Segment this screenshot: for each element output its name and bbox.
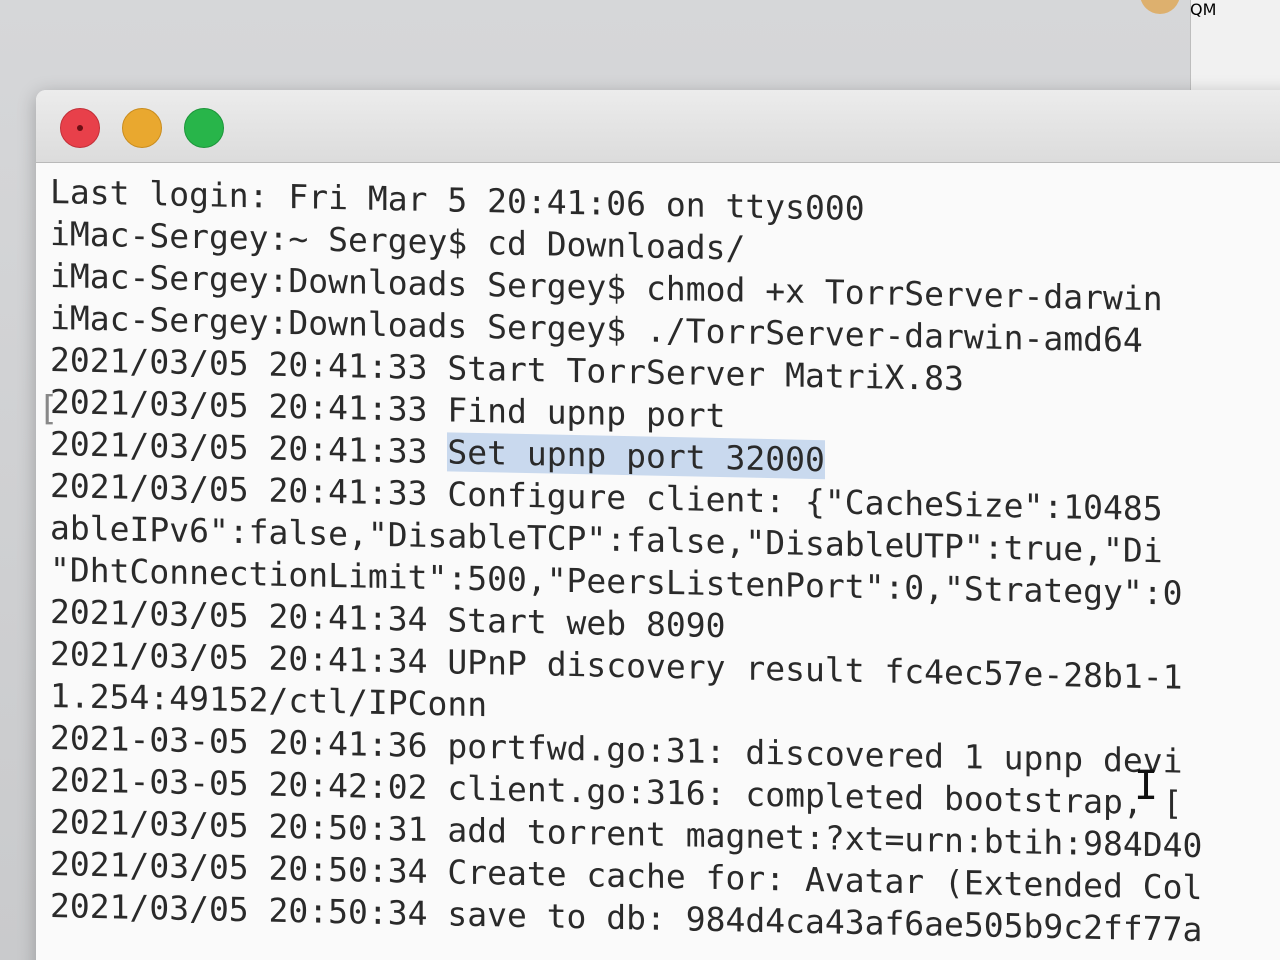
background-window-title: QM — [1190, 0, 1217, 19]
terminal-window[interactable]: [ Last login: Fri Mar 5 20:41:06 on ttys… — [36, 90, 1280, 960]
close-window-button[interactable] — [60, 108, 100, 148]
minimize-window-button[interactable] — [122, 108, 162, 148]
desktop: QM [ Last login: Fri Mar 5 20:41:06 on t… — [0, 0, 1280, 960]
ibeam-cursor-icon: I — [1134, 763, 1159, 809]
terminal-output[interactable]: [ Last login: Fri Mar 5 20:41:06 on ttys… — [36, 163, 1280, 960]
selected-text[interactable]: Set upnp port 32000 — [447, 432, 825, 480]
terminal-lines: Last login: Fri Mar 5 20:41:06 on ttys00… — [50, 171, 1202, 951]
zoom-window-button[interactable] — [184, 108, 224, 148]
terminal-titlebar[interactable] — [36, 90, 1280, 163]
terminal-line-prefix: 2021/03/05 20:41:33 — [50, 424, 448, 472]
background-app-logo-icon — [1140, 0, 1180, 14]
